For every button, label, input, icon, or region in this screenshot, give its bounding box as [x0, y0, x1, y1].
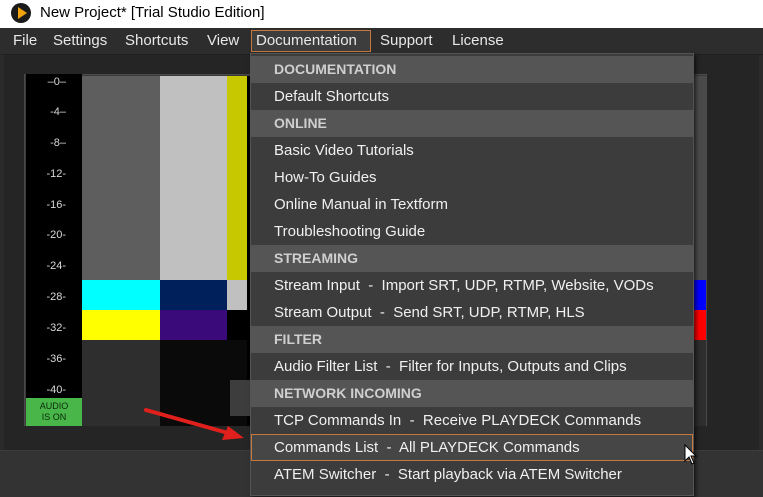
title-bar: New Project* [Trial Studio Edition]: [0, 0, 763, 28]
mouse-cursor-icon: [684, 444, 698, 465]
menu-item-default-shortcuts[interactable]: Default Shortcuts: [251, 83, 693, 110]
section-header-documentation: DOCUMENTATION: [251, 56, 693, 83]
menu-item-audio-filter-list[interactable]: Audio Filter List - Filter for Inputs, O…: [251, 353, 693, 380]
red-pointer-arrow-icon: [144, 408, 244, 440]
audio-badge-line1: AUDIO: [39, 401, 69, 411]
meter-label: -8–: [50, 137, 66, 149]
audio-level-meter: –0– -4– -8– -12- -16- -20- -24- -28- -32…: [26, 74, 82, 426]
menu-item-stream-input[interactable]: Stream Input - Import SRT, UDP, RTMP, We…: [251, 272, 693, 299]
menu-item-online-manual[interactable]: Online Manual in Textform: [251, 191, 693, 218]
meter-label: -4–: [50, 106, 66, 118]
meter-label: -36-: [46, 353, 66, 365]
meter-label: -28-: [46, 291, 66, 303]
menu-view[interactable]: View: [203, 30, 243, 52]
menu-item-atem-switcher[interactable]: ATEM Switcher - Start playback via ATEM …: [251, 461, 693, 488]
documentation-dropdown-menu: DOCUMENTATION Default Shortcuts ONLINE B…: [250, 53, 694, 496]
meter-label: -20-: [46, 229, 66, 241]
audio-status-badge[interactable]: AUDIO IS ON: [26, 398, 82, 426]
menu-item-tcp-commands-in[interactable]: TCP Commands In - Receive PLAYDECK Comma…: [251, 407, 693, 434]
section-header-filter: FILTER: [251, 326, 693, 353]
menu-item-commands-list[interactable]: Commands List - All PLAYDECK Commands: [251, 434, 693, 461]
audio-badge-line2: IS ON: [41, 412, 67, 422]
menu-documentation[interactable]: Documentation: [251, 30, 371, 52]
section-header-streaming: STREAMING: [251, 245, 693, 272]
meter-label: -32-: [46, 322, 66, 334]
menu-bar: File Settings Shortcuts View Documentati…: [0, 28, 763, 55]
meter-label: -12-: [46, 168, 66, 180]
section-header-network-incoming: NETWORK INCOMING: [251, 380, 693, 407]
menu-support[interactable]: Support: [376, 30, 437, 52]
menu-item-troubleshooting-guide[interactable]: Troubleshooting Guide: [251, 218, 693, 245]
menu-item-stream-output[interactable]: Stream Output - Send SRT, UDP, RTMP, HLS: [251, 299, 693, 326]
window-title: New Project* [Trial Studio Edition]: [40, 4, 265, 21]
menu-item-basic-video-tutorials[interactable]: Basic Video Tutorials: [251, 137, 693, 164]
menu-license[interactable]: License: [448, 30, 508, 52]
meter-label: -16-: [46, 199, 66, 211]
section-header-online: ONLINE: [251, 110, 693, 137]
meter-label: -24-: [46, 260, 66, 272]
meter-label: -40-: [46, 384, 66, 396]
menu-shortcuts[interactable]: Shortcuts: [121, 30, 192, 52]
menu-item-how-to-guides[interactable]: How-To Guides: [251, 164, 693, 191]
menu-settings[interactable]: Settings: [49, 30, 111, 52]
meter-label: –0–: [47, 76, 66, 88]
app-logo-icon: [11, 3, 31, 23]
menu-file[interactable]: File: [9, 30, 41, 52]
